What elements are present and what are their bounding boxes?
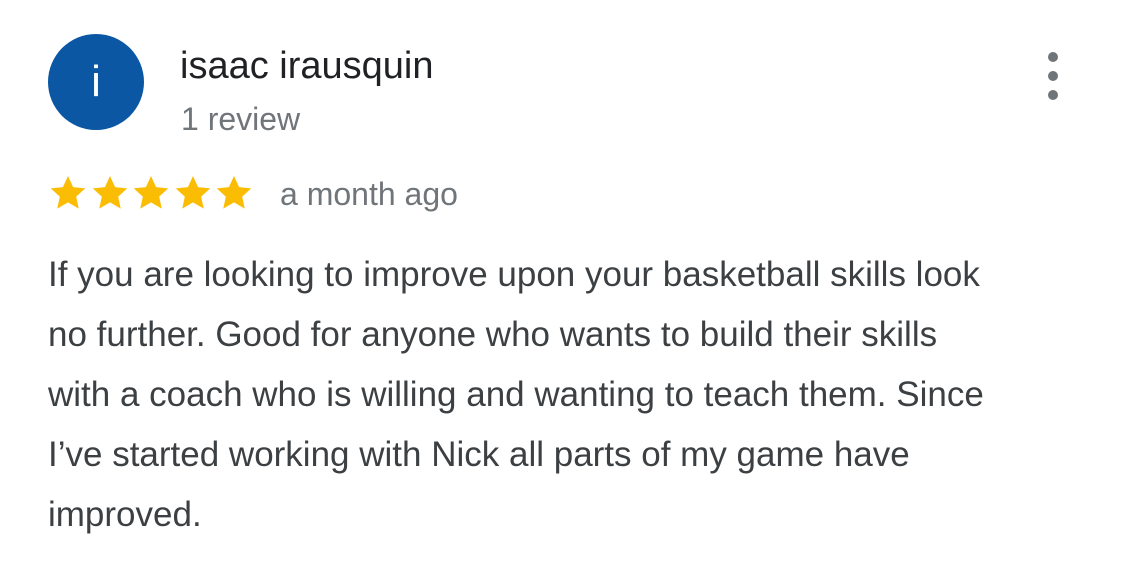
star-icon <box>50 176 86 209</box>
more-options-button[interactable] <box>1035 52 1071 100</box>
reviewer-name[interactable]: isaac irausquin <box>180 43 433 89</box>
star-icon <box>216 176 252 209</box>
star-icon <box>92 176 127 209</box>
star-icon <box>175 176 210 209</box>
reviewer-review-count[interactable]: 1 review <box>181 100 300 138</box>
review-text: If you are looking to improve upon your … <box>48 255 984 534</box>
review-time: a month ago <box>280 176 458 212</box>
more-vertical-icon <box>1048 52 1058 62</box>
avatar[interactable]: i <box>48 34 144 130</box>
star-icon <box>133 176 169 209</box>
more-vertical-icon-dot <box>1048 90 1058 100</box>
star-rating <box>48 172 256 214</box>
more-vertical-icon-dot <box>1048 71 1058 81</box>
avatar-initial: i <box>91 57 101 106</box>
